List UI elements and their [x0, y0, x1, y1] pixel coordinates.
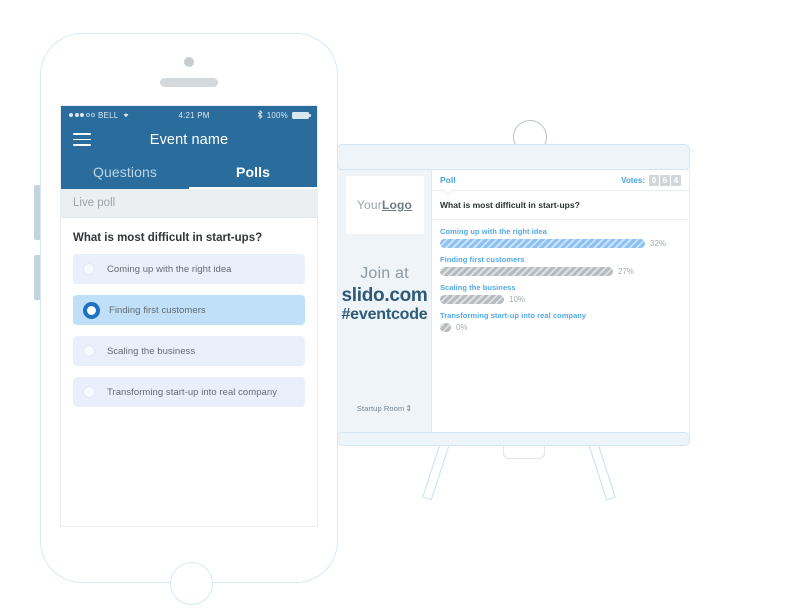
- projector-content: Poll Votes: 0 6 4 What is most difficult…: [432, 170, 689, 433]
- wifi-icon: [121, 110, 131, 120]
- result-row: Scaling the business 10%: [440, 283, 681, 304]
- projector-leg-left: [422, 438, 451, 501]
- result-label: Finding first customers: [440, 255, 525, 264]
- radio-button-selected-icon[interactable]: [83, 301, 100, 319]
- result-bar-row: 10%: [440, 295, 681, 304]
- votes-digit: 4: [671, 174, 681, 186]
- result-bar-row: 27%: [440, 267, 681, 276]
- room-name-label: Startup Room: [356, 404, 405, 413]
- front-camera-icon: [184, 57, 194, 67]
- logo-bold-text: Logo: [381, 198, 413, 212]
- volume-up-button[interactable]: [34, 185, 40, 240]
- volume-down-button[interactable]: [34, 255, 40, 300]
- signal-strength-icon: [69, 113, 95, 117]
- result-bar-row: 32%: [440, 239, 681, 248]
- result-bar-row: 0%: [440, 323, 681, 332]
- poll-choice-label: Transforming start-up into real company: [107, 386, 278, 398]
- result-percent: 0%: [456, 323, 468, 332]
- projector-top-bar: [337, 144, 690, 170]
- result-label: Scaling the business: [440, 283, 516, 292]
- up-down-arrow-icon: ⇕: [405, 404, 413, 413]
- radio-button-icon[interactable]: [83, 386, 95, 398]
- phone-device: BELL 4:21 PM 100% Event name Questions P…: [34, 33, 338, 605]
- logo-placeholder: Your Logo: [345, 176, 424, 234]
- poll-choice-list: Coming up with the right idea Finding fi…: [61, 254, 317, 407]
- phone-screen: BELL 4:21 PM 100% Event name Questions P…: [60, 105, 318, 527]
- projector-screen: Your Logo Join at slido.com #eventcode St…: [337, 120, 690, 501]
- result-row: Coming up with the right idea 32%: [440, 227, 681, 248]
- result-bar: [440, 295, 504, 304]
- app-nav-bar: Event name: [61, 124, 317, 155]
- tab-polls[interactable]: Polls: [189, 155, 317, 189]
- projector-display: Your Logo Join at slido.com #eventcode St…: [337, 169, 690, 434]
- battery-percent-label: 100%: [266, 110, 288, 120]
- poll-choice[interactable]: Transforming start-up into real company: [73, 377, 305, 407]
- votes-counter: Votes: 0 6 4: [621, 174, 681, 186]
- result-label: Transforming start-up into real company: [440, 311, 587, 320]
- poll-question: What is most difficult in start-ups?: [73, 232, 263, 244]
- status-bar-right: 100%: [257, 109, 311, 121]
- carrier-label: BELL: [98, 110, 119, 120]
- projector-results-header: Poll Votes: 0 6 4: [432, 170, 689, 196]
- votes-digit-group: 0 6 4: [649, 174, 681, 186]
- projector-poll-question: What is most difficult in start-ups?: [432, 191, 689, 220]
- result-percent: 32%: [650, 239, 667, 248]
- poll-choice-label: Coming up with the right idea: [107, 263, 232, 275]
- result-percent: 27%: [618, 267, 635, 276]
- status-bar: BELL 4:21 PM 100%: [61, 106, 317, 124]
- result-bar: [440, 323, 451, 332]
- votes-label: Votes:: [621, 175, 645, 185]
- poll-choice[interactable]: Coming up with the right idea: [73, 254, 305, 284]
- poll-choice-selected[interactable]: Finding first customers: [73, 295, 305, 325]
- result-bar: [440, 267, 613, 276]
- join-url: slido.com: [341, 284, 428, 306]
- result-row: Finding first customers 27%: [440, 255, 681, 276]
- earpiece-speaker: [160, 78, 218, 87]
- projector-leg-right: [587, 438, 616, 501]
- poll-choice[interactable]: Scaling the business: [73, 336, 305, 366]
- status-time: 4:21 PM: [178, 110, 210, 120]
- logo-prefix-text: Your: [356, 198, 382, 212]
- poll-choice-label: Scaling the business: [107, 345, 196, 357]
- battery-icon: [292, 111, 311, 119]
- hamburger-menu-icon[interactable]: [73, 133, 91, 146]
- home-button[interactable]: [170, 562, 213, 605]
- result-label: Coming up with the right idea: [440, 227, 547, 236]
- join-instructions: Join at slido.com #eventcode: [341, 265, 428, 324]
- join-event-code: #eventcode: [341, 305, 428, 323]
- event-title: Event name: [149, 131, 229, 148]
- projector-sidebar: Your Logo Join at slido.com #eventcode St…: [338, 170, 432, 433]
- projector-bottom-bar: [337, 432, 690, 446]
- bluetooth-icon: [257, 109, 263, 121]
- tab-bar: Questions Polls: [61, 155, 317, 189]
- live-poll-label: Live poll: [61, 189, 317, 218]
- join-at-label: Join at: [360, 265, 409, 282]
- votes-digit: 6: [660, 174, 670, 186]
- room-selector[interactable]: Startup Room⇕: [338, 404, 431, 413]
- active-tab-indicator: [189, 186, 317, 189]
- status-bar-left: BELL: [69, 110, 131, 120]
- radio-button-icon[interactable]: [83, 345, 95, 357]
- result-row: Transforming start-up into real company …: [440, 311, 681, 332]
- tab-questions[interactable]: Questions: [61, 155, 189, 189]
- radio-button-icon[interactable]: [83, 263, 95, 275]
- votes-digit: 0: [649, 174, 659, 186]
- result-percent: 10%: [509, 295, 526, 304]
- poll-choice-label: Finding first customers: [109, 304, 206, 316]
- projector-results-list: Coming up with the right idea 32% Findin…: [432, 220, 689, 332]
- result-bar: [440, 239, 645, 248]
